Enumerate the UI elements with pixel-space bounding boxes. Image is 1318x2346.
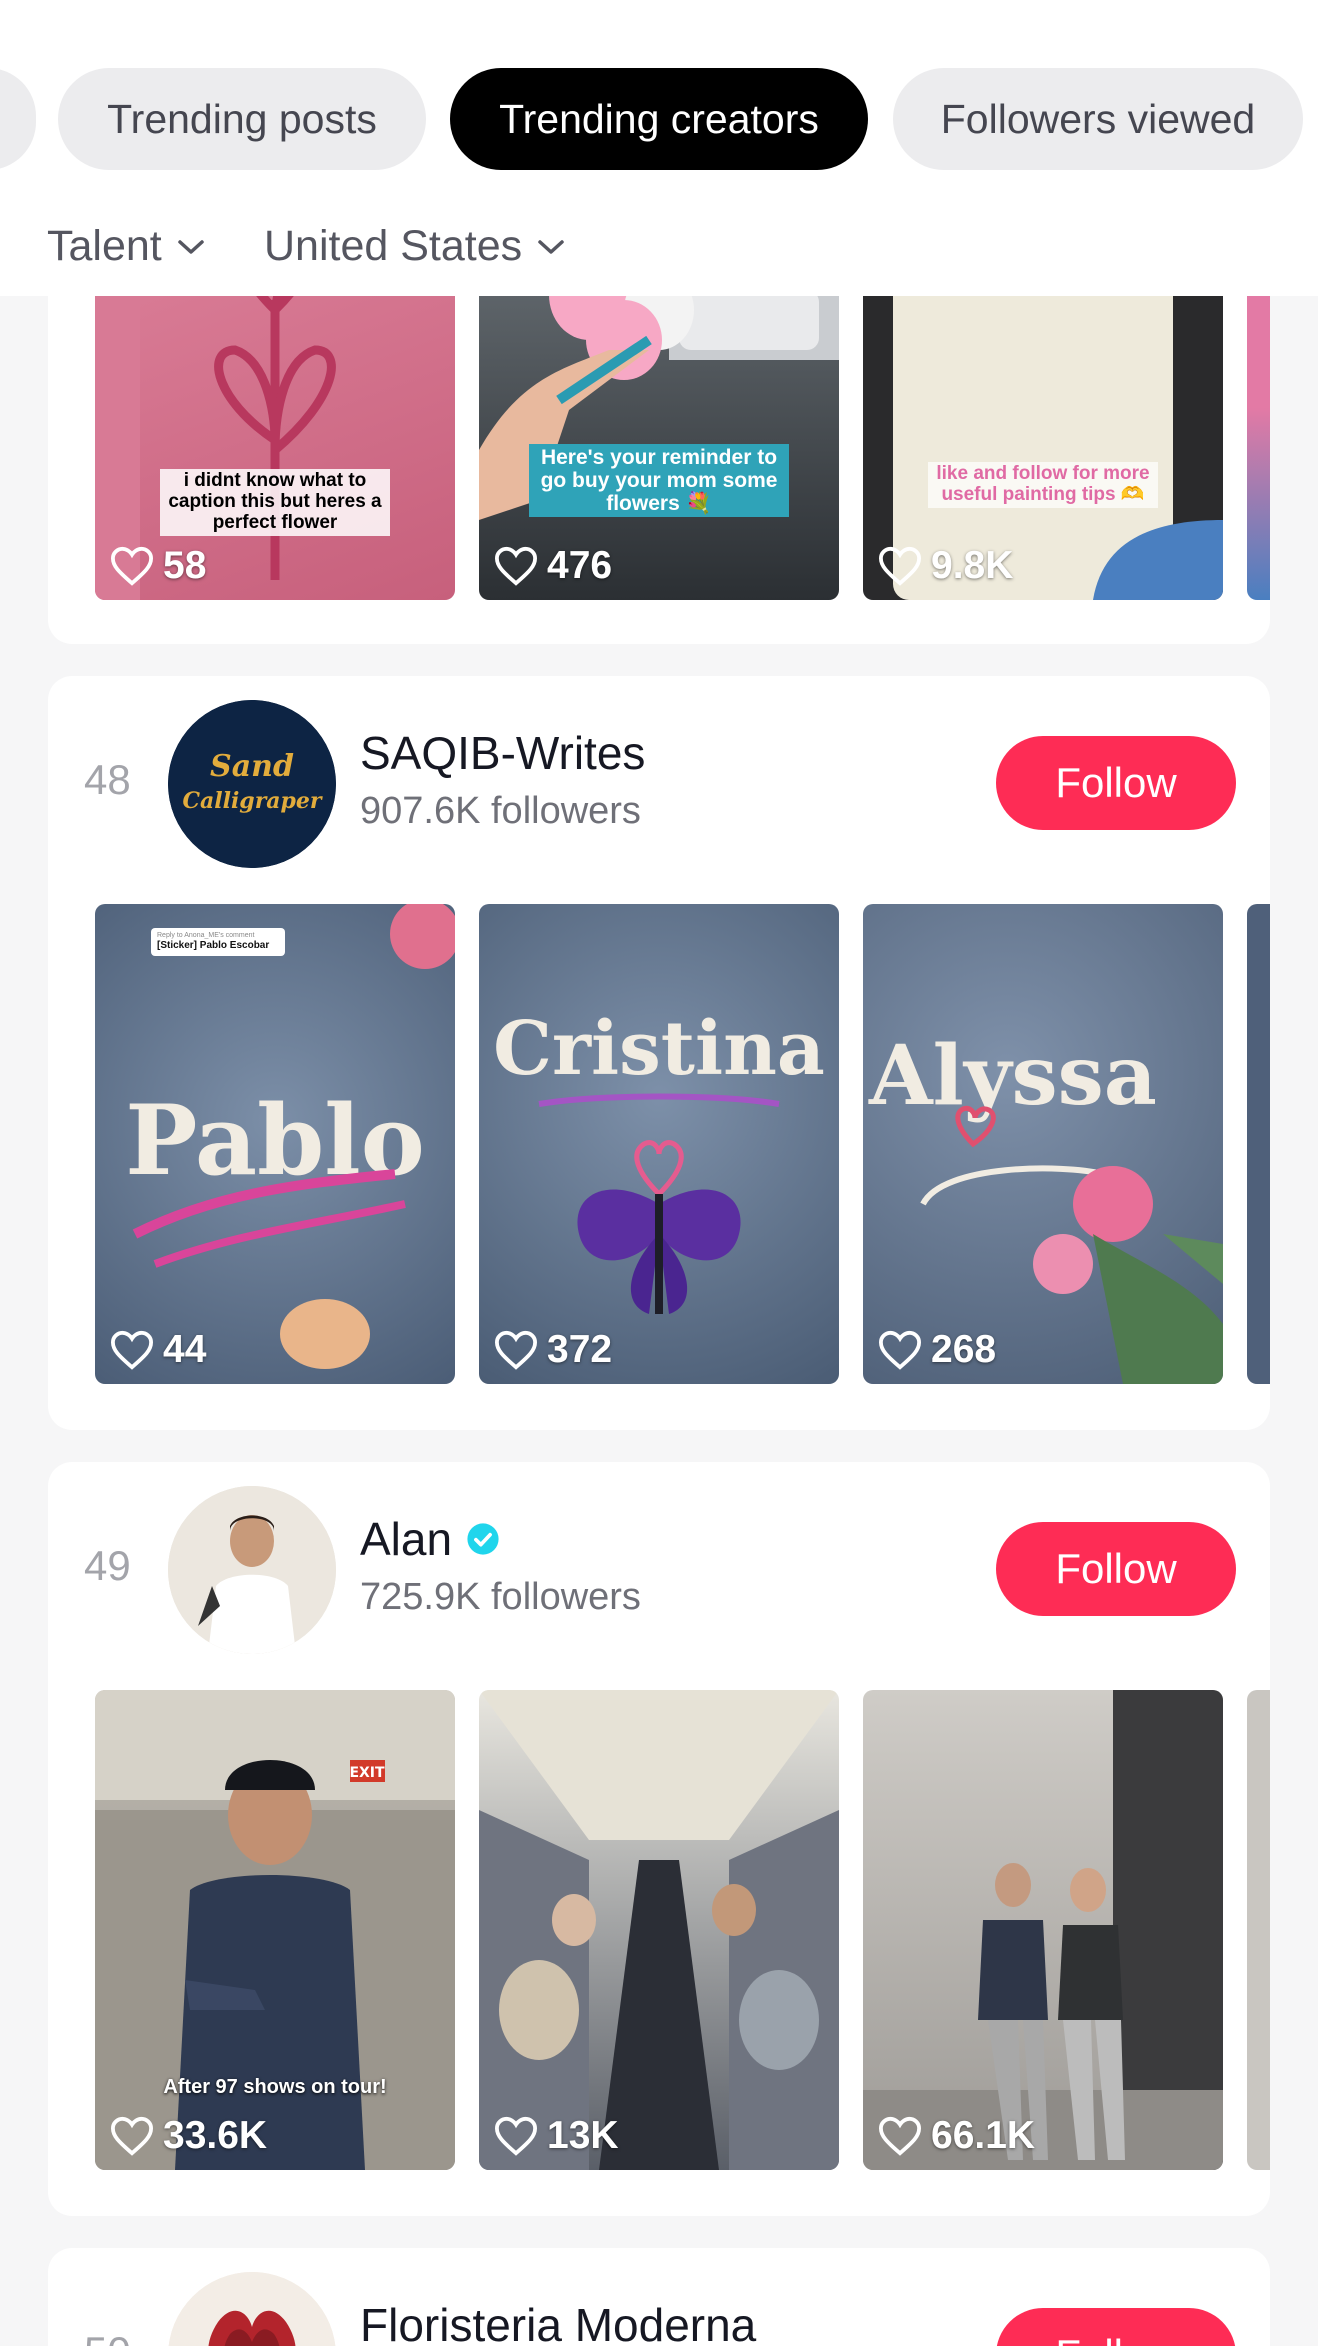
tab-followers-viewed[interactable]: Followers viewed (893, 68, 1303, 170)
follower-count: 907.6K followers (360, 790, 641, 832)
post-caption: like and follow for more useful painting… (863, 462, 1223, 508)
creator-card-49: 49 Alan 725.9K followers Follow EXIT Aft… (48, 1462, 1270, 2216)
comment-sticker: Reply to Anona_ME's comment [Sticker] Pa… (151, 928, 285, 956)
tab-trending-posts[interactable]: Trending posts (58, 68, 426, 170)
follow-button[interactable]: Follow (996, 2308, 1236, 2346)
like-count: 476 (493, 544, 612, 588)
post-caption: After 97 shows on tour! (163, 2076, 387, 2098)
rank-number: 50 (84, 2328, 131, 2346)
filter-row: Talent United States (0, 222, 1318, 282)
region-dropdown[interactable]: United States (264, 222, 566, 271)
post-caption: Here's your reminder to go buy your mom … (479, 444, 839, 518)
creator-card-47: i didnt know what to caption this but he… (48, 240, 1270, 644)
sand-art-pablo-image: Pablo (125, 904, 455, 1369)
svg-text:Cristina: Cristina (493, 1006, 825, 1092)
tab-strip[interactable]: Trending posts Trending creators Followe… (0, 68, 1318, 170)
tab-trending-creators[interactable]: Trending creators (450, 68, 868, 170)
post-thumbnail[interactable]: 66.1K (863, 1690, 1223, 2170)
heart-icon (110, 546, 154, 586)
avatar-photo (168, 2272, 336, 2346)
post-thumbnail[interactable]: EXIT After 97 shows on tour! 33.6K (95, 1690, 455, 2170)
avatar[interactable]: Sand Calligraper (168, 700, 336, 868)
post-thumbnail[interactable]: 13K (479, 1690, 839, 2170)
tab-previous-partial[interactable] (0, 68, 36, 170)
svg-text:Alyssa: Alyssa (868, 1028, 1157, 1124)
avatar[interactable] (168, 1486, 336, 1654)
creator-name[interactable]: SAQIB-Writes (360, 726, 645, 780)
follow-button[interactable]: Follow (996, 736, 1236, 830)
avatar[interactable] (168, 2272, 336, 2346)
sand-art-cristina-image: Cristina (493, 1006, 825, 1314)
like-count: 58 (109, 544, 206, 588)
follower-count: 725.9K followers (360, 1576, 641, 1618)
creator-card-50: 50 Floristeria Moderna Follow (48, 2248, 1270, 2346)
category-dropdown[interactable]: Talent (47, 222, 206, 271)
post-thumbnail[interactable]: Pablo Reply to Anona_ME's comment [Stick… (95, 904, 455, 1384)
heart-icon (110, 1330, 154, 1370)
post-thumbnail-peek[interactable] (1247, 1690, 1270, 2170)
like-count: 372 (493, 1328, 612, 1372)
avatar-photo (168, 1486, 336, 1654)
post-thumbnail[interactable]: Alyssa 268 (863, 904, 1223, 1384)
avatar-logo-image: Sand Calligraper (168, 700, 336, 868)
svg-text:Sand: Sand (210, 749, 294, 784)
heart-icon (494, 2116, 538, 2156)
heart-icon (494, 546, 538, 586)
like-count: 66.1K (877, 2114, 1035, 2158)
sand-art-alyssa-image: Alyssa (868, 1028, 1223, 1384)
hallway-man-image: EXIT (95, 1690, 455, 2170)
top-bar: Trending posts Trending creators Followe… (0, 0, 1318, 296)
post-thumbnail[interactable]: Cristina 372 (479, 904, 839, 1384)
like-count: 13K (493, 2114, 619, 2158)
heart-icon (878, 1330, 922, 1370)
creator-card-48: 48 Sand Calligraper SAQIB-Writes 907.6K … (48, 676, 1270, 1430)
like-count: 44 (109, 1328, 206, 1372)
chevron-down-icon (178, 239, 204, 254)
like-count: 33.6K (109, 2114, 267, 2158)
like-count: 9.8K (877, 544, 1013, 588)
creator-name[interactable]: Floristeria Moderna (360, 2298, 756, 2346)
region-label: United States (264, 222, 523, 270)
heart-icon (110, 2116, 154, 2156)
post-thumbnail-peek[interactable] (1247, 904, 1270, 1384)
follow-button[interactable]: Follow (996, 1522, 1236, 1616)
creator-name[interactable]: Alan (360, 1512, 500, 1566)
like-count: 268 (877, 1328, 996, 1372)
verified-badge-icon (467, 1523, 499, 1555)
svg-text:EXIT: EXIT (349, 1765, 385, 1781)
category-label: Talent (47, 222, 162, 270)
rank-number: 48 (84, 756, 131, 803)
rank-number: 49 (84, 1542, 131, 1589)
heart-icon (878, 546, 922, 586)
heart-icon (878, 2116, 922, 2156)
dancers-image (863, 1690, 1223, 2170)
train-car-image (479, 1690, 839, 2170)
post-caption: i didnt know what to caption this but he… (95, 469, 455, 536)
heart-icon (494, 1330, 538, 1370)
svg-text:Calligraper: Calligraper (182, 788, 322, 814)
chevron-down-icon (538, 239, 564, 254)
